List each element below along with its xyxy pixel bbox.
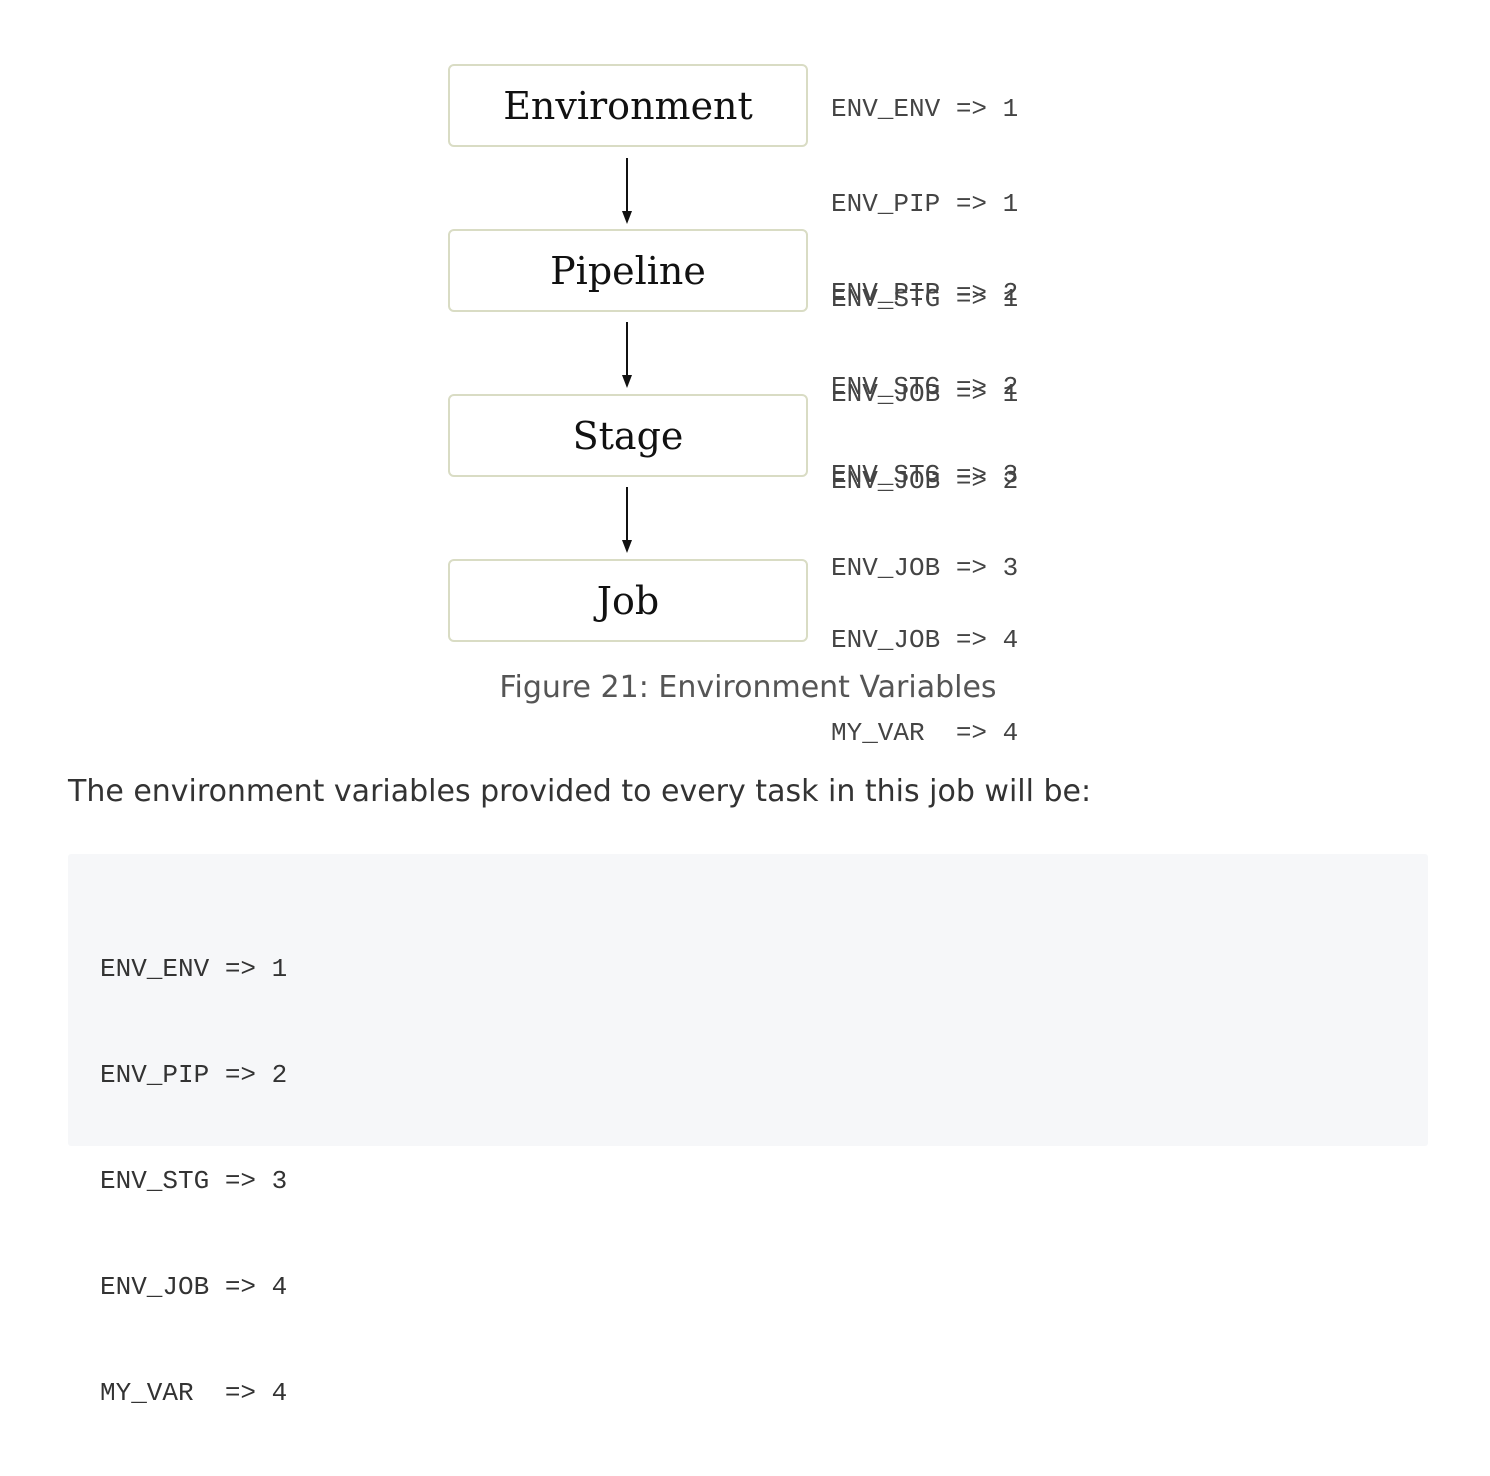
code-block: ENV_ENV => 1 ENV_PIP => 2 ENV_STG => 3 E… xyxy=(68,854,1428,1408)
var-line: ENV_ENV => 1 xyxy=(831,94,1019,124)
node-job: Job xyxy=(448,559,808,642)
var-line: MY_VAR => 4 xyxy=(831,718,1019,748)
environment-variables-diagram: Environment ENV_ENV => 1 ENV_PIP => 1 EN… xyxy=(0,0,1490,748)
node-environment: Environment xyxy=(448,64,808,147)
code-line: MY_VAR => 4 xyxy=(100,1378,288,1408)
body-paragraph: The environment variables provided to ev… xyxy=(68,774,1092,809)
figure-caption: Figure 21: Environment Variables xyxy=(499,670,997,705)
code-line: ENV_STG => 3 xyxy=(100,1166,288,1196)
var-line: ENV_PIP => 2 xyxy=(831,278,1019,308)
arrow-environment-to-pipeline xyxy=(620,158,634,224)
code-line: ENV_JOB => 4 xyxy=(100,1272,288,1302)
arrow-pipeline-to-stage xyxy=(620,322,634,388)
code-lines: ENV_ENV => 1 ENV_PIP => 2 ENV_STG => 3 E… xyxy=(100,886,1428,1476)
var-line: ENV_JOB => 4 xyxy=(831,625,1019,655)
code-line: ENV_ENV => 1 xyxy=(100,954,288,984)
code-line: ENV_PIP => 2 xyxy=(100,1060,288,1090)
node-stage: Stage xyxy=(448,394,808,477)
var-line: ENV_STG => 3 xyxy=(831,460,1019,490)
node-pipeline: Pipeline xyxy=(448,229,808,312)
arrow-stage-to-job xyxy=(620,487,634,553)
